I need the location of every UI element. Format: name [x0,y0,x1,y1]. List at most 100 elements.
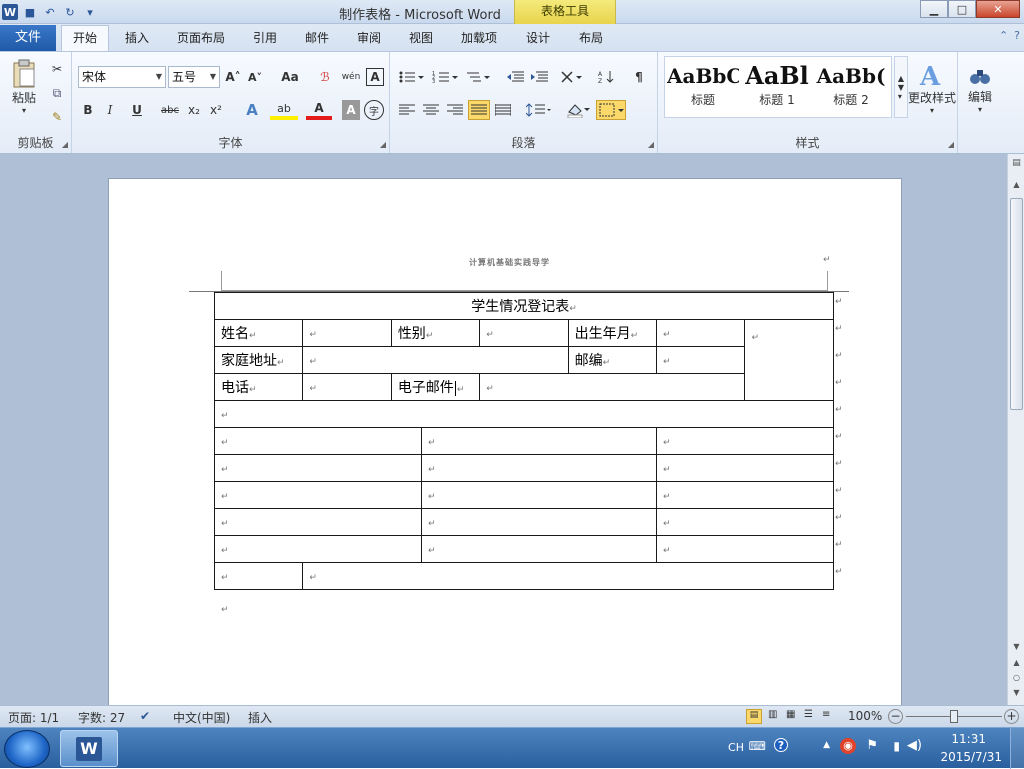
zoom-slider-thumb[interactable] [950,710,958,723]
underline-button[interactable]: U [124,100,150,120]
phonetic-guide-button[interactable]: wén [340,68,362,86]
grid-cell[interactable]: ↵ [656,481,834,509]
style-heading1[interactable]: AaBl 标题 1 [741,61,813,117]
grid-cell[interactable]: ↵ [420,535,658,563]
volume-icon[interactable]: ◀) [907,738,922,753]
distribute-icon[interactable] [492,100,514,120]
gender-value-cell[interactable]: ↵ [479,319,569,347]
style-heading2[interactable]: AaBb( 标题 2 [815,61,887,117]
char-border-button[interactable]: A [366,68,384,86]
table-title-cell[interactable]: 学生情况登记表↵ [214,292,834,320]
language-indicator[interactable]: 中文(中国) [173,709,230,726]
grid-cell[interactable]: ↵ [214,535,422,563]
tab-view[interactable]: 视图 [399,27,443,51]
align-center-icon[interactable] [420,100,442,120]
ruler-toggle-icon[interactable]: ▤ [1010,158,1023,174]
scroll-down-icon[interactable]: ▼ [1010,642,1023,656]
grid-cell[interactable]: ↵ [656,427,834,455]
grid-cell[interactable]: ↵ [420,427,658,455]
zip-label-cell[interactable]: 邮编↵ [567,346,658,374]
clipboard-launcher-icon[interactable]: ◢ [62,140,68,149]
zip-value-cell[interactable]: ↵ [656,346,746,374]
ime-help-icon[interactable]: ? [774,738,788,752]
tab-table-layout[interactable]: 布局 [569,27,613,51]
print-layout-icon[interactable]: ▤ [746,709,762,724]
scroll-up-icon[interactable]: ▲ [1010,180,1023,194]
outline-view-icon[interactable]: ☰ [804,709,813,720]
tab-home[interactable]: 开始 [61,25,109,52]
char-shading-button[interactable]: A [342,100,360,120]
editing-button[interactable]: 编辑 ▾ [962,58,998,122]
zoom-in-button[interactable]: + [1004,709,1019,724]
decrease-indent-icon[interactable] [504,68,526,86]
borders-icon[interactable] [596,100,626,120]
text-effects-button[interactable]: A [238,100,266,120]
cut-icon[interactable]: ✂ [48,60,66,78]
shrink-font-button[interactable]: A˅ [246,68,264,86]
close-button[interactable]: ✕ [976,0,1020,18]
zoom-out-button[interactable]: − [888,709,903,724]
grid-cell[interactable]: ↵ [213,562,304,590]
draft-view-icon[interactable]: ≡ [822,709,830,720]
email-value-cell[interactable]: ↵ [479,373,746,401]
highlight-button[interactable]: ab [270,100,298,120]
grid-cell[interactable]: ↵ [214,427,422,455]
taskbar-word-app[interactable]: W [60,730,118,767]
collapse-ribbon-icon[interactable]: ⌃ [999,29,1008,42]
subscript-button[interactable]: x₂ [184,100,204,120]
align-left-icon[interactable] [396,100,418,120]
enclose-char-button[interactable]: 字 [364,100,384,120]
copy-icon[interactable]: ⧉ [48,84,66,102]
grid-cell[interactable]: ↵ [420,454,658,482]
blank-row-cell[interactable]: ↵ [214,400,834,428]
show-hidden-icons[interactable]: ▲ [823,740,830,750]
clear-format-button[interactable]: ℬ [316,68,334,86]
bullets-icon[interactable] [396,68,426,86]
phone-label-cell[interactable]: 电话↵ [213,373,304,401]
student-registration-table[interactable]: 学生情况登记表↵ 姓名↵ ↵ 性别↵ ↵ 出生年月↵ ↵ ↵ 家庭地址↵ ↵ 邮… [213,292,834,590]
font-name-combo[interactable]: 宋体 ▼ [78,66,166,88]
change-styles-button[interactable]: A 更改样式 ▾ [908,58,956,118]
proofing-icon[interactable]: ✔ [140,709,150,723]
ime-indicator[interactable]: CH [728,741,744,754]
grid-cell[interactable]: ↵ [302,562,834,590]
name-value-cell[interactable]: ↵ [302,319,392,347]
superscript-button[interactable]: x² [206,100,226,120]
maximize-button[interactable]: □ [948,0,976,18]
tab-table-design[interactable]: 设计 [516,27,560,51]
chinese-layout-icon[interactable] [558,68,586,86]
phone-value-cell[interactable]: ↵ [302,373,392,401]
address-value-cell[interactable]: ↵ [302,346,569,374]
gender-label-cell[interactable]: 性别↵ [390,319,481,347]
font-size-combo[interactable]: 五号 ▼ [168,66,220,88]
increase-indent-icon[interactable] [528,68,550,86]
grow-font-button[interactable]: A˄ [224,68,242,86]
minimize-button[interactable]: ▁ [920,0,948,18]
insert-mode-indicator[interactable]: 插入 [248,709,272,726]
paste-button[interactable]: 粘贴 ▾ [6,56,42,118]
grid-cell[interactable]: ↵ [656,508,834,536]
change-case-button[interactable]: Aa [276,68,304,86]
birth-value-cell[interactable]: ↵ [656,319,746,347]
document-page[interactable]: 计算机基础实践导学 ↵ 学生情况登记表↵ 姓名↵ ↵ 性别↵ ↵ 出生年月↵ ↵… [108,178,902,718]
styles-launcher-icon[interactable]: ◢ [948,140,954,149]
numbering-icon[interactable]: 123 [430,68,460,86]
grid-cell[interactable]: ↵ [656,454,834,482]
sort-icon[interactable]: AZ [596,68,618,86]
help-icon[interactable]: ? [1014,29,1020,42]
style-title[interactable]: AaBbC 标题 [667,61,739,117]
tab-mailings[interactable]: 邮件 [295,27,339,51]
styles-scroll-icon[interactable]: ▲ ▼ ▾ [894,56,908,118]
start-button[interactable] [4,730,50,768]
next-page-icon[interactable]: ▼ [1010,688,1023,702]
multilevel-list-icon[interactable] [464,68,494,86]
tab-page-layout[interactable]: 页面布局 [170,27,232,51]
tab-references[interactable]: 引用 [243,27,287,51]
browse-object-icon[interactable]: ○ [1010,673,1023,687]
reading-layout-icon[interactable]: ▥ [768,709,777,720]
justify-icon[interactable] [468,100,490,120]
email-label-cell[interactable]: 电子邮件 ↵ [390,373,481,401]
show-marks-icon[interactable]: ¶ [630,68,648,86]
paragraph-launcher-icon[interactable]: ◢ [648,140,654,149]
scroll-thumb[interactable] [1010,198,1023,410]
